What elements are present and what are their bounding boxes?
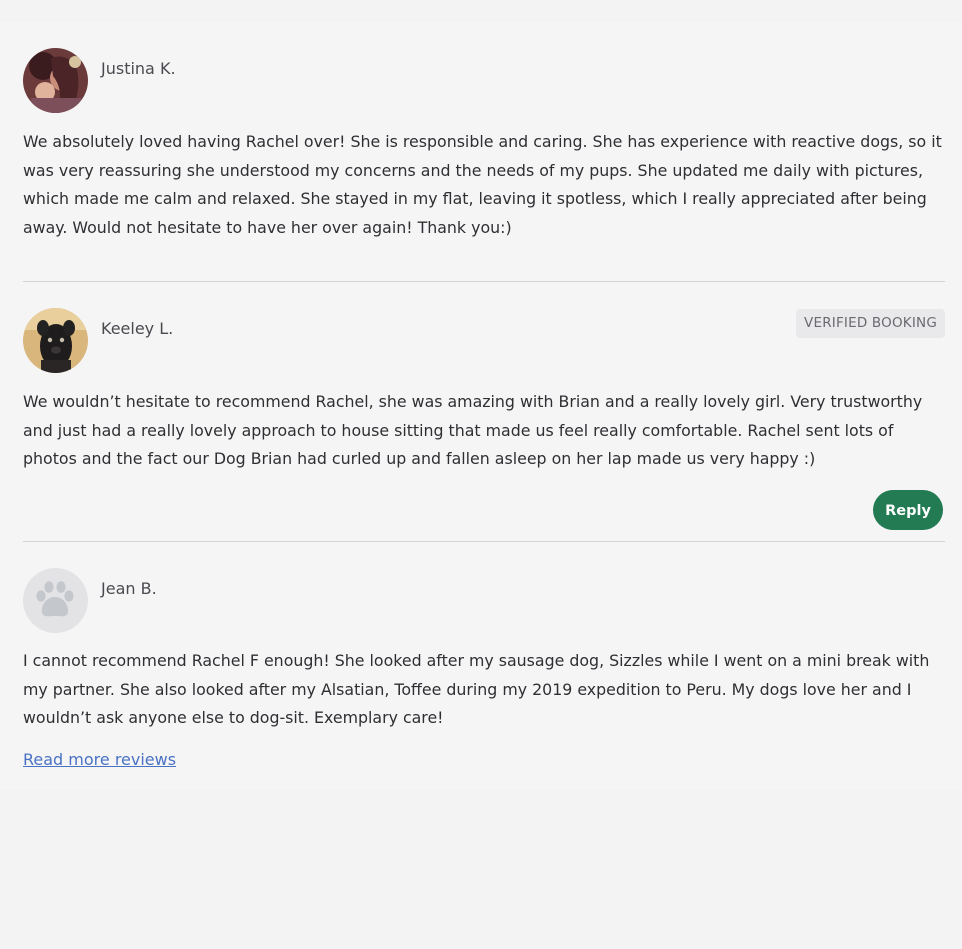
review-text: We wouldn’t hesitate to recommend Rachel…: [23, 392, 923, 469]
divider: [23, 541, 945, 542]
verified-booking-badge: VERIFIED BOOKING: [796, 309, 945, 338]
reviewer-avatar: [23, 308, 88, 373]
reviewer-avatar: [23, 48, 88, 113]
read-more-reviews-link[interactable]: Read more reviews: [23, 750, 176, 769]
reply-button[interactable]: Reply: [873, 490, 943, 530]
paw-icon: [23, 568, 88, 633]
user-photo-icon: [23, 48, 88, 113]
reviewer-name: Keeley L.: [101, 319, 174, 338]
divider: [23, 281, 945, 282]
review-text: We absolutely loved having Rachel over! …: [23, 132, 942, 237]
reviewer-avatar: [23, 568, 88, 633]
dog-photo-icon: [23, 308, 88, 373]
review-text: I cannot recommend Rachel F enough! She …: [23, 651, 930, 728]
reviewer-name: Justina K.: [101, 59, 176, 78]
reviewer-name: Jean B.: [101, 579, 157, 598]
reviews-section: Justina K. We absolutely loved having Ra…: [0, 22, 962, 790]
